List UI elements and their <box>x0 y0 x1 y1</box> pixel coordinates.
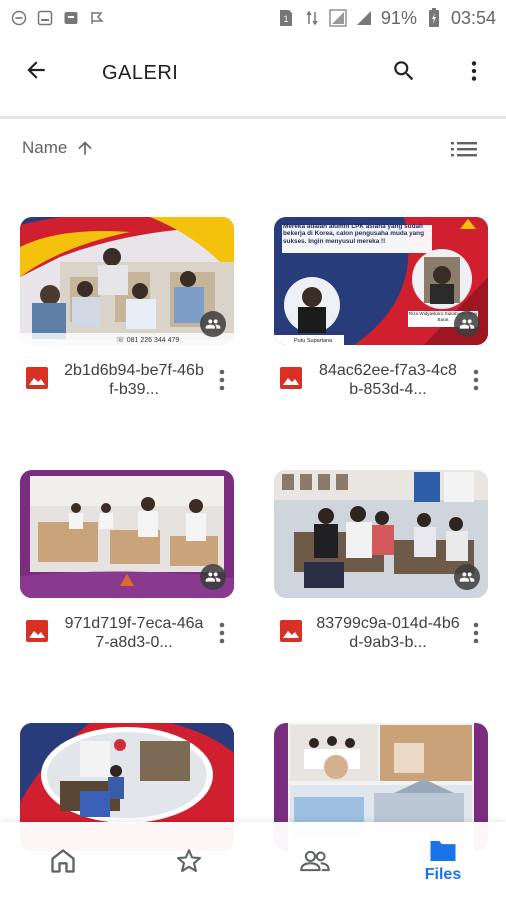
nav-files[interactable]: Files <box>380 822 506 900</box>
minus-circle-icon <box>10 9 28 27</box>
thumbnail-caption: ☏ 081 226 344 479 <box>116 336 179 344</box>
image-icon <box>26 367 48 389</box>
sort-label: Name <box>22 138 68 157</box>
search-icon <box>394 61 414 81</box>
svg-text:1: 1 <box>283 14 288 24</box>
file-name: 83799c9a-014d-4b6d-9ab3-b... <box>316 615 460 651</box>
file-card[interactable]: ☏ 081 226 344 479 2b1d6b94-be7f-46bf-b39… <box>20 217 234 398</box>
file-meta: 2b1d6b94-be7f-46bf-b39... <box>20 361 234 411</box>
home-icon <box>51 849 75 873</box>
flag-icon <box>88 9 106 27</box>
app-bar: GALERI <box>0 36 506 116</box>
image-icon <box>36 9 54 27</box>
more-options-button[interactable] <box>456 53 492 89</box>
file-meta: 971d719f-7eca-46a7-a8d3-0... <box>20 614 234 664</box>
more-vert-icon <box>219 369 225 391</box>
file-thumbnail <box>274 470 488 598</box>
file-meta: 84ac62ee-f7a3-4c8b-853d-4... <box>274 361 488 411</box>
folder-icon <box>430 841 456 861</box>
nav-starred[interactable] <box>126 822 252 900</box>
sort-row: Name <box>0 130 506 170</box>
shared-badge <box>454 564 480 590</box>
file-card[interactable]: 83799c9a-014d-4b6d-9ab3-b... <box>274 470 488 651</box>
file-meta: 83799c9a-014d-4b6d-9ab3-b... <box>274 614 488 664</box>
battery-icon <box>425 8 443 27</box>
more-vert-icon <box>471 61 477 81</box>
data-arrows-icon <box>303 9 321 27</box>
sort-by-name-button[interactable]: Name <box>22 138 95 158</box>
file-name: 971d719f-7eca-46a7-a8d3-0... <box>64 615 204 651</box>
header-divider <box>0 116 506 119</box>
shared-badge <box>200 311 226 337</box>
list-view-icon <box>451 142 477 157</box>
people-icon <box>205 572 221 582</box>
signal-icon <box>329 9 347 27</box>
page-title: GALERI <box>102 62 179 84</box>
arrow-up-icon <box>78 141 93 155</box>
status-right-icons: 1 91% 03:54 <box>277 8 496 29</box>
bottom-navigation: Files <box>0 822 506 900</box>
nav-shared[interactable] <box>252 822 378 900</box>
people-icon <box>459 319 475 329</box>
file-thumbnail: ☏ 081 226 344 479 <box>20 217 234 345</box>
status-bar: 1 91% 03:54 <box>0 0 506 36</box>
archive-icon <box>62 9 80 27</box>
signal-icon <box>355 9 373 27</box>
image-icon <box>26 620 48 642</box>
file-name: 2b1d6b94-be7f-46bf-b39... <box>64 362 204 398</box>
thumbnail-caption-left: Putu Supartana <box>294 338 333 344</box>
more-vert-icon <box>219 622 225 644</box>
list-view-toggle[interactable] <box>448 136 480 164</box>
file-thumbnail: Mereka adalah alumni LPK asiana yang sud… <box>274 217 488 345</box>
nav-home[interactable] <box>0 822 126 900</box>
status-left-icons <box>10 9 106 27</box>
clock: 03:54 <box>450 7 496 28</box>
shared-badge <box>454 311 480 337</box>
back-button[interactable] <box>18 52 54 88</box>
file-more-button[interactable] <box>467 367 485 393</box>
file-more-button[interactable] <box>213 620 231 646</box>
battery-percent: 91% <box>380 7 417 28</box>
shared-badge <box>200 564 226 590</box>
file-name: 84ac62ee-f7a3-4c8b-853d-4... <box>319 362 457 398</box>
file-card[interactable]: Mereka adalah alumni LPK asiana yang sud… <box>274 217 488 398</box>
people-icon <box>205 319 221 329</box>
image-icon <box>280 620 302 642</box>
arrow-left-icon <box>27 61 45 79</box>
people-icon <box>459 572 475 582</box>
thumbnail-headline: Mereka adalah alumni LPK asiana yang sud… <box>283 223 424 245</box>
file-more-button[interactable] <box>213 367 231 393</box>
file-card[interactable]: 971d719f-7eca-46a7-a8d3-0... <box>20 470 234 651</box>
people-icon <box>300 850 330 872</box>
file-more-button[interactable] <box>467 620 485 646</box>
search-button[interactable] <box>386 53 422 89</box>
star-icon <box>176 849 202 872</box>
more-vert-icon <box>473 622 479 644</box>
nav-files-label: Files <box>424 866 462 883</box>
more-vert-icon <box>473 369 479 391</box>
sim-icon: 1 <box>277 9 295 27</box>
file-thumbnail <box>20 470 234 598</box>
image-icon <box>280 367 302 389</box>
